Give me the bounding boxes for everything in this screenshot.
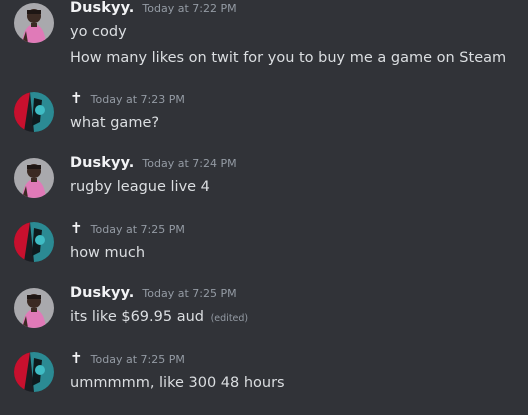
timestamp: Today at 7:23 PM	[90, 93, 185, 106]
timestamp: Today at 7:25 PM	[142, 287, 237, 300]
person-photo-avatar-icon	[14, 158, 54, 198]
username[interactable]: ✝	[70, 349, 83, 367]
username[interactable]: ✝	[70, 89, 83, 107]
message-text: How many likes on twit for you to buy me…	[70, 50, 507, 66]
message-group: ✝ Today at 7:25 PM ummmmm, like 300 48 h…	[0, 349, 528, 412]
timestamp: Today at 7:22 PM	[142, 2, 237, 15]
message-text: ummmmm, like 300 48 hours	[70, 375, 285, 391]
message-text: what game?	[70, 115, 160, 131]
edited-label: (edited)	[210, 313, 249, 324]
avatar[interactable]	[14, 222, 54, 262]
message-group: Duskyy. Today at 7:25 PM its like $69.95…	[0, 285, 528, 348]
message-text: yo cody	[70, 24, 127, 40]
message-text: rugby league live 4	[70, 179, 210, 195]
message-group: Duskyy. Today at 7:22 PM yo cody How man…	[0, 0, 528, 66]
timestamp: Today at 7:25 PM	[90, 223, 185, 236]
message-text: its like $69.95 aud (edited)	[70, 307, 248, 329]
message-body: its like $69.95 aud	[70, 309, 204, 325]
avatar[interactable]	[14, 158, 54, 198]
person-photo-avatar-icon	[14, 288, 54, 328]
red-teal-abstract-avatar-icon	[14, 92, 54, 132]
message-group: ✝ Today at 7:23 PM what game?	[0, 89, 528, 152]
message-group: ✝ Today at 7:25 PM how much	[0, 219, 528, 282]
red-teal-abstract-avatar-icon	[14, 352, 54, 392]
username[interactable]: Duskyy.	[70, 0, 134, 16]
avatar[interactable]	[14, 352, 54, 392]
username[interactable]: ✝	[70, 219, 83, 237]
red-teal-abstract-avatar-icon	[14, 222, 54, 262]
message-text: how much	[70, 245, 146, 261]
username[interactable]: Duskyy.	[70, 155, 134, 171]
avatar[interactable]	[14, 3, 54, 43]
avatar[interactable]	[14, 92, 54, 132]
username[interactable]: Duskyy.	[70, 285, 134, 301]
timestamp: Today at 7:25 PM	[90, 353, 185, 366]
avatar[interactable]	[14, 288, 54, 328]
timestamp: Today at 7:24 PM	[142, 157, 237, 170]
person-photo-avatar-icon	[14, 3, 54, 43]
message-group: Duskyy. Today at 7:24 PM rugby league li…	[0, 155, 528, 218]
